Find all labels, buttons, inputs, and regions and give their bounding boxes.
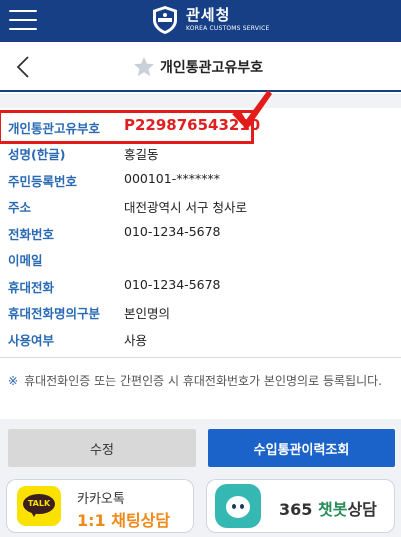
checkmark-icon xyxy=(232,90,272,130)
edit-button[interactable]: 수정 xyxy=(8,429,196,467)
divider xyxy=(0,357,401,358)
info-label: 이메일 xyxy=(8,253,43,268)
logo[interactable]: 관세청 KOREA CUSTOMS SERVICE xyxy=(150,5,269,35)
info-label: 사용여부 xyxy=(8,333,55,348)
highlight-box xyxy=(0,110,254,144)
kakao-chat-button[interactable]: TALK 카카오톡 1:1 채팅상담 xyxy=(6,479,194,533)
notice-mark: ※ xyxy=(8,374,19,388)
section-gap xyxy=(0,94,401,108)
info-row-mobile-ownership: 휴대전화명의구분 본인명의 xyxy=(0,298,401,324)
logo-title: 관세청 xyxy=(186,6,231,24)
info-label: 주민등록번호 xyxy=(8,174,78,189)
chatbot-icon xyxy=(215,484,261,528)
page-title: 개인통관고유부호 xyxy=(160,60,264,76)
kakao-label: 카카오톡 xyxy=(77,492,125,507)
customs-emblem-icon xyxy=(153,6,177,34)
star-icon[interactable] xyxy=(132,55,156,79)
top-bar: 관세청 KOREA CUSTOMS SERVICE xyxy=(0,0,401,42)
info-row-mobile: 휴대전화 010-1234-5678 xyxy=(0,272,401,298)
info-label: 휴대전화 xyxy=(8,280,55,295)
info-label: 성명(한글) xyxy=(8,147,66,162)
chatbot-label: 365 챗봇상담 xyxy=(279,500,377,519)
info-label: 주소 xyxy=(8,200,32,215)
info-value: 대전광역시 서구 청사로 xyxy=(124,200,247,215)
chatbot-button[interactable]: 365 챗봇상담 xyxy=(206,479,395,533)
action-buttons: 수정 수입통관이력조회 xyxy=(0,419,401,479)
info-value: 본인명의 xyxy=(124,306,171,321)
info-value: 홍길동 xyxy=(124,147,159,162)
info-label: 전화번호 xyxy=(8,227,55,242)
info-row-resident-number: 주민등록번호 000101-******* xyxy=(0,166,401,192)
info-row-usage: 사용여부 사용 xyxy=(0,325,401,351)
info-value: 010-1234-5678 xyxy=(124,277,221,292)
notice: ※ 휴대전화인증 또는 간편인증 시 휴대전화번호가 본인명의로 등록됩니다. xyxy=(8,371,398,392)
back-icon[interactable] xyxy=(14,55,34,79)
info-value: 010-1234-5678 xyxy=(124,224,221,239)
kakao-talk-icon: TALK xyxy=(17,486,61,526)
kakao-icon-text: TALK xyxy=(27,499,51,508)
info-value: 사용 xyxy=(124,333,148,348)
notice-text: 휴대전화인증 또는 간편인증 시 휴대전화번호가 본인명의로 등록됩니다. xyxy=(24,374,382,388)
info-row-email: 이메일 xyxy=(0,245,401,271)
kakao-chat-label: 1:1 채팅상담 xyxy=(77,511,171,530)
info-label: 휴대전화명의구분 xyxy=(8,306,101,321)
import-history-button[interactable]: 수입통관이력조회 xyxy=(208,429,395,467)
info-row-phone: 전화번호 010-1234-5678 xyxy=(0,219,401,245)
consultation-area: TALK 카카오톡 1:1 채팅상담 365 챗봇상담 xyxy=(0,479,401,537)
info-row-address: 주소 대전광역시 서구 청사로 xyxy=(0,192,401,218)
info-value: 000101-******* xyxy=(124,171,220,186)
sub-header: 개인통관고유부호 xyxy=(0,42,401,92)
menu-icon[interactable] xyxy=(9,10,37,32)
logo-subtitle: KOREA CUSTOMS SERVICE xyxy=(186,25,270,32)
